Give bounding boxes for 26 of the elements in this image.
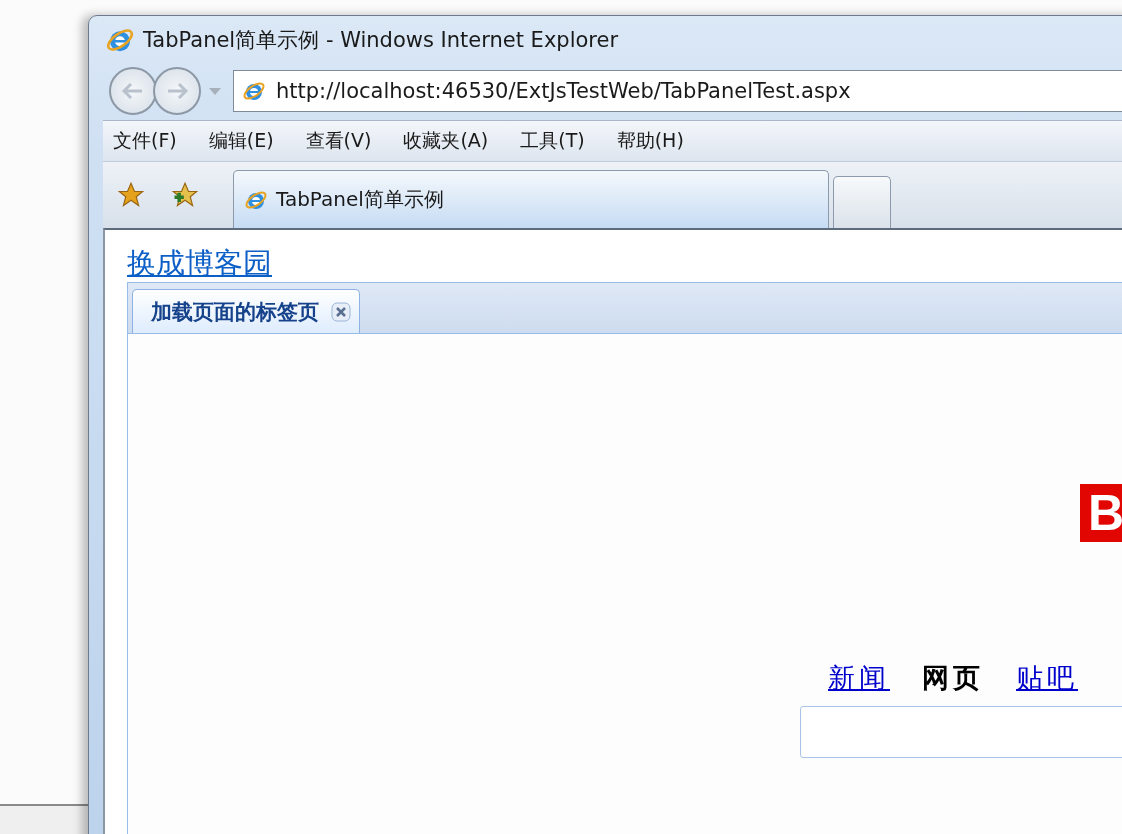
- search-category-link[interactable]: 贴吧: [1016, 660, 1078, 696]
- logo: B: [1080, 484, 1122, 542]
- forward-button[interactable]: [153, 67, 201, 115]
- browser-tab[interactable]: TabPanel简单示例: [233, 170, 829, 228]
- back-arrow-icon: [121, 82, 145, 100]
- star-icon[interactable]: [117, 181, 145, 209]
- star-plus-icon[interactable]: [171, 181, 199, 209]
- forward-arrow-icon: [165, 82, 189, 100]
- window-title: TabPanel简单示例 - Windows Internet Explorer: [143, 27, 619, 54]
- menu-item[interactable]: 文件(F): [103, 128, 187, 154]
- dropdown-caret-icon[interactable]: [209, 87, 221, 95]
- menu-item[interactable]: 收藏夹(A): [393, 128, 499, 154]
- panel-tab[interactable]: 加载页面的标签页: [132, 289, 360, 333]
- close-icon[interactable]: [331, 301, 351, 322]
- new-tab-button[interactable]: [833, 176, 891, 228]
- page-link[interactable]: 换成博客园: [127, 244, 272, 282]
- menu-item[interactable]: 工具(T): [510, 128, 595, 154]
- menu-item[interactable]: 帮助(H): [606, 128, 694, 154]
- menu-item[interactable]: 查看(V): [295, 128, 382, 154]
- search-field[interactable]: [800, 706, 1122, 758]
- menu-item[interactable]: 编辑(E): [198, 128, 284, 154]
- back-button[interactable]: [109, 67, 157, 115]
- search-category-link[interactable]: 网页: [922, 660, 984, 696]
- address-field[interactable]: http://localhost:46530/ExtJsTestWeb/TabPanelTest.aspx: [233, 70, 1122, 112]
- browser-logo-icon: [242, 79, 266, 103]
- search-category-link[interactable]: 新闻: [828, 660, 890, 696]
